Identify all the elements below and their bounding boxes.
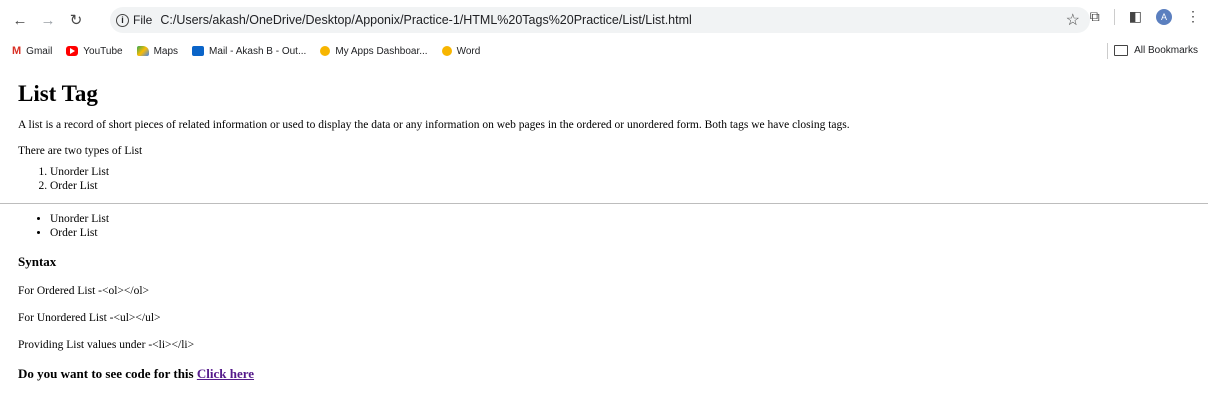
apps-dashboard-icon bbox=[320, 46, 331, 56]
syntax-ordered: For Ordered List -<ol></ol> bbox=[18, 285, 150, 297]
forward-icon[interactable]: → bbox=[36, 8, 60, 32]
info-icon: i bbox=[116, 13, 129, 27]
code-link-line: Do you want to see code for this Click h… bbox=[18, 366, 1208, 382]
list-item: Unorder List bbox=[50, 165, 1208, 179]
site-info-chip[interactable]: i File bbox=[116, 13, 160, 27]
page-title: List Tag bbox=[18, 81, 98, 106]
divider bbox=[0, 203, 1208, 204]
bookmark-youtube[interactable]: YouTube bbox=[66, 45, 123, 57]
extensions-icon[interactable]: ⧉ bbox=[1090, 8, 1100, 25]
types-paragraph: There are two types of List bbox=[18, 145, 143, 157]
syntax-list-item: Providing List values under -<li></li> bbox=[18, 339, 195, 351]
gmail-icon: M bbox=[12, 45, 22, 57]
maps-icon bbox=[136, 46, 149, 56]
list-item: Order List bbox=[50, 179, 1208, 193]
youtube-icon bbox=[66, 46, 79, 56]
intro-paragraph: A list is a record of short pieces of re… bbox=[18, 119, 850, 131]
bookmark-label: Gmail bbox=[26, 45, 53, 57]
toolbar-right: ⧉ ◧ A ⋮ bbox=[1090, 8, 1200, 25]
syntax-heading: Syntax bbox=[18, 254, 57, 269]
code-link-prefix: Do you want to see code for this bbox=[18, 366, 197, 381]
menu-kebab-icon[interactable]: ⋮ bbox=[1186, 8, 1200, 25]
all-bookmarks-button[interactable]: All Bookmarks bbox=[1114, 45, 1198, 56]
click-here-link[interactable]: Click here bbox=[197, 366, 254, 381]
all-bookmarks-label: All Bookmarks bbox=[1134, 45, 1198, 56]
back-icon[interactable]: ← bbox=[8, 8, 32, 32]
avatar[interactable]: A bbox=[1156, 8, 1172, 25]
bookmark-label: My Apps Dashboar... bbox=[335, 45, 428, 57]
word-icon bbox=[441, 46, 452, 56]
list-item: Order List bbox=[50, 226, 1208, 240]
syntax-unordered: For Unordered List -<ul></ul> bbox=[18, 312, 161, 324]
browser-toolbar: ← → ↻ i File C:/Users/akash/OneDrive/Des… bbox=[0, 0, 1208, 40]
unordered-list: Unorder List Order List bbox=[18, 212, 1208, 240]
bookmarks-divider bbox=[1107, 43, 1108, 59]
bookmark-word[interactable]: Word bbox=[441, 45, 481, 57]
bookmark-maps[interactable]: Maps bbox=[136, 45, 179, 57]
address-bar[interactable]: i File C:/Users/akash/OneDrive/Desktop/A… bbox=[110, 7, 1090, 33]
side-panel-icon[interactable]: ◧ bbox=[1129, 8, 1142, 25]
bookmark-gmail[interactable]: M Gmail bbox=[12, 45, 52, 57]
list-item: Unorder List bbox=[50, 212, 1208, 226]
bookmarks-bar: M Gmail YouTube Maps Mail - Akash B - Ou… bbox=[0, 40, 1208, 63]
bookmark-label: Word bbox=[456, 45, 481, 57]
ordered-list: Unorder List Order List bbox=[18, 165, 1208, 193]
nav-buttons: ← → ↻ bbox=[8, 8, 88, 32]
bookmark-star-icon[interactable]: ☆ bbox=[1066, 10, 1080, 30]
bookmark-label: Mail - Akash B - Out... bbox=[209, 45, 307, 57]
site-chip-label: File bbox=[133, 13, 153, 27]
outlook-icon bbox=[192, 46, 205, 56]
folder-icon bbox=[1114, 45, 1129, 56]
reload-icon[interactable]: ↻ bbox=[64, 8, 88, 32]
url-text[interactable]: C:/Users/akash/OneDrive/Desktop/Apponix/… bbox=[160, 13, 691, 27]
bookmark-label: YouTube bbox=[83, 45, 123, 57]
bookmark-apps-dashboard[interactable]: My Apps Dashboar... bbox=[320, 45, 428, 57]
toolbar-divider bbox=[1113, 8, 1115, 25]
bookmark-mail[interactable]: Mail - Akash B - Out... bbox=[192, 46, 306, 57]
page-content: List Tag A list is a record of short pie… bbox=[0, 81, 1208, 382]
bookmark-label: Maps bbox=[153, 45, 179, 57]
